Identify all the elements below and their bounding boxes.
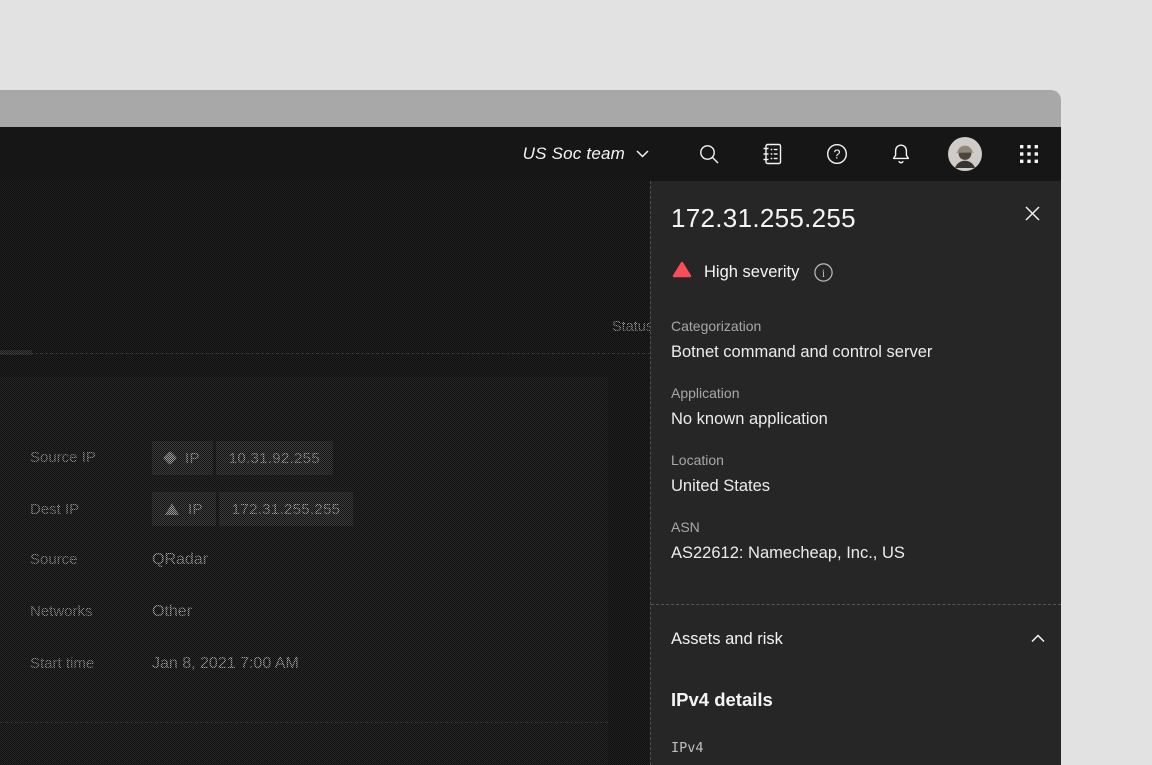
ipv4-field-label: IPv4 [671,740,704,756]
app-header: US Soc team ? [0,127,1061,181]
background-page: Status Source IP IP 10.31.92.255 Dest IP… [0,181,654,765]
diamond-severity-icon [162,450,178,466]
app-window: US Soc team ? Status Source IP IP 10.31.… [0,90,1061,765]
chip-value: 10.31.92.255 [215,441,333,475]
source-ip-chip[interactable]: IP 10.31.92.255 [152,441,333,475]
svg-text:?: ? [834,147,841,161]
chip-value: 172.31.255.255 [218,492,354,526]
app-switcher-button[interactable] [997,127,1061,181]
search-button[interactable] [677,127,741,181]
chevron-up-icon [1031,630,1045,648]
chip-tag: IP [152,492,216,526]
chip-value-label: 172.31.255.255 [231,500,341,518]
chip-tag-label: IP [188,500,203,518]
notifications-button[interactable] [869,127,933,181]
help-icon: ? [825,142,849,166]
detail-value: QRadar [152,551,209,568]
field-asn: ASN AS22612: Namecheap, Inc., US [671,518,1041,564]
accordion-label: Assets and risk [671,629,783,648]
chevron-down-icon [636,145,649,163]
triangle-severity-icon [165,503,179,515]
screenshot-stage: US Soc team ? Status Source IP IP 10.31.… [0,0,1152,765]
team-selector-label: US Soc team [522,144,625,163]
search-icon [698,143,720,165]
card-divider [0,722,608,723]
team-selector-dropdown[interactable]: US Soc team [523,144,649,164]
catalog-icon [761,142,785,166]
bell-icon [889,142,913,166]
catalog-button[interactable] [741,127,805,181]
chip-tag: IP [152,441,213,475]
app-switcher-icon [1018,143,1040,165]
dest-ip-chip[interactable]: IP 172.31.255.255 [152,492,354,526]
detail-label: Source IP [30,449,96,466]
avatar-icon [947,136,983,172]
svg-text:i: i [822,268,825,280]
field-value: AS22612: Namecheap, Inc., US [671,544,905,562]
chip-value-label: 10.31.92.255 [228,449,320,467]
detail-label: Source [30,551,78,568]
assets-and-risk-accordion[interactable]: Assets and risk [671,625,1045,653]
field-label: Application [671,385,740,401]
high-severity-icon [672,261,692,283]
severity-row: High severity i [672,261,834,283]
offense-details-card: Source IP IP 10.31.92.255 Dest IP IP 172… [0,377,608,765]
main-content: Status Source IP IP 10.31.92.255 Dest IP… [0,181,1061,765]
close-panel-button[interactable] [1021,205,1043,227]
help-button[interactable]: ? [805,127,869,181]
window-titlebar [0,90,1061,127]
field-location: Location United States [671,451,1041,497]
field-application: Application No known application [671,384,1041,430]
field-value: United States [671,477,771,495]
section-divider [0,353,650,354]
severity-label: High severity [704,262,800,281]
detail-label: Dest IP [30,501,80,518]
detail-label: Networks [30,603,93,620]
detail-value: Jan 8, 2021 7:00 AM [152,655,299,672]
panel-title: 172.31.255.255 [671,203,856,233]
status-column-header: Status [612,319,654,335]
field-label: ASN [671,519,700,535]
detail-value: Other [152,603,193,620]
ipv4-details-heading: IPv4 details [671,689,773,710]
chip-tag-label: IP [185,449,200,467]
field-label: Location [671,452,724,468]
field-value: No known application [671,410,828,428]
ip-detail-panel: 172.31.255.255 High severity i Categoriz… [650,181,1061,765]
field-label: Categorization [671,318,762,334]
field-categorization: Categorization Botnet command and contro… [671,317,1041,363]
detail-label: Start time [30,655,95,672]
user-avatar[interactable] [933,127,997,181]
close-icon [1024,205,1041,227]
panel-divider [651,604,1061,605]
field-value: Botnet command and control server [671,343,933,361]
severity-info-button[interactable]: i [813,262,834,283]
